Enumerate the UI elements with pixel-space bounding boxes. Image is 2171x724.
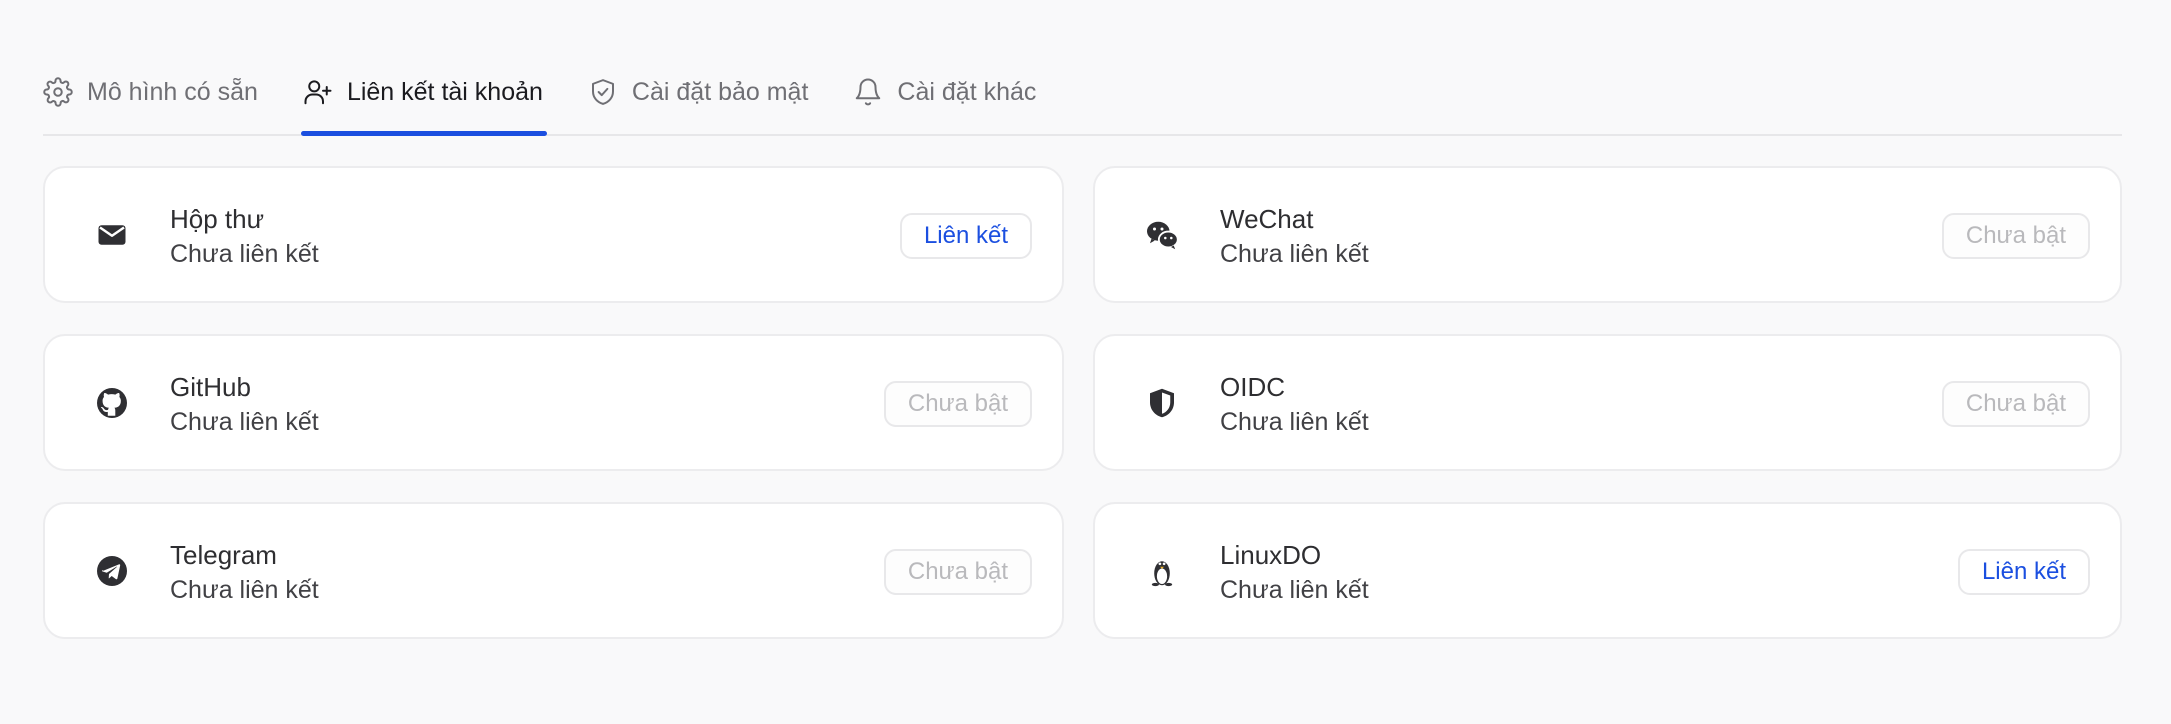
account-status: Chưa liên kết <box>170 240 319 268</box>
account-card-mailbox: Hộp thư Chưa liên kết Liên kết <box>43 166 1064 303</box>
tab-label: Cài đặt khác <box>897 77 1037 106</box>
account-status: Chưa liên kết <box>1220 408 1369 436</box>
account-status: Chưa liên kết <box>170 576 319 604</box>
tab-label: Mô hình có sẵn <box>87 77 258 106</box>
account-name: WeChat <box>1220 204 1314 234</box>
account-settings-page: Mô hình có sẵn Liên kết tài khoản Cài đặ… <box>0 0 2171 724</box>
account-card-telegram: Telegram Chưa liên kết Chưa bật <box>43 502 1064 639</box>
telegram-disabled-button[interactable]: Chưa bật <box>883 549 1032 595</box>
account-name: LinuxDO <box>1220 540 1322 570</box>
settings-tabs: Mô hình có sẵn Liên kết tài khoản Cài đặ… <box>43 50 2122 136</box>
account-status: Chưa liên kết <box>1220 240 1369 268</box>
github-icon <box>91 382 133 424</box>
link-mailbox-button[interactable]: Liên kết <box>899 213 1032 259</box>
account-name: Hộp thư <box>170 204 265 234</box>
tab-label: Cài đặt bảo mật <box>631 77 809 106</box>
account-card-wechat: WeChat Chưa liên kết Chưa bật <box>1093 166 2122 303</box>
tab-available-models[interactable]: Mô hình có sẵn <box>43 50 258 134</box>
account-card-oidc: OIDC Chưa liên kết Chưa bật <box>1093 334 2122 471</box>
wechat-disabled-button[interactable]: Chưa bật <box>1941 213 2090 259</box>
tab-security-settings[interactable]: Cài đặt bảo mật <box>588 50 809 134</box>
wechat-icon <box>1141 214 1183 256</box>
github-disabled-button[interactable]: Chưa bật <box>883 381 1032 427</box>
link-linuxdo-button[interactable]: Liên kết <box>1957 549 2090 595</box>
tab-account-linking[interactable]: Liên kết tài khoản <box>300 50 547 136</box>
user-plus-icon <box>303 77 333 107</box>
shield-check-icon <box>588 77 618 107</box>
mail-icon <box>91 214 133 256</box>
account-name: GitHub <box>170 372 251 402</box>
account-name: OIDC <box>1220 372 1285 402</box>
account-status: Chưa liên kết <box>170 408 319 436</box>
account-name: Telegram <box>170 540 277 570</box>
shield-icon <box>1141 382 1183 424</box>
telegram-icon <box>91 550 133 592</box>
account-status: Chưa liên kết <box>1220 576 1369 604</box>
oidc-disabled-button[interactable]: Chưa bật <box>1941 381 2090 427</box>
tab-label: Liên kết tài khoản <box>346 77 543 106</box>
tab-other-settings[interactable]: Cài đặt khác <box>853 50 1036 134</box>
linux-penguin-icon <box>1141 550 1183 592</box>
gear-icon <box>43 77 73 107</box>
account-card-linuxdo: LinuxDO Chưa liên kết Liên kết <box>1093 502 2122 639</box>
bell-icon <box>853 77 883 107</box>
account-card-github: GitHub Chưa liên kết Chưa bật <box>43 334 1064 471</box>
